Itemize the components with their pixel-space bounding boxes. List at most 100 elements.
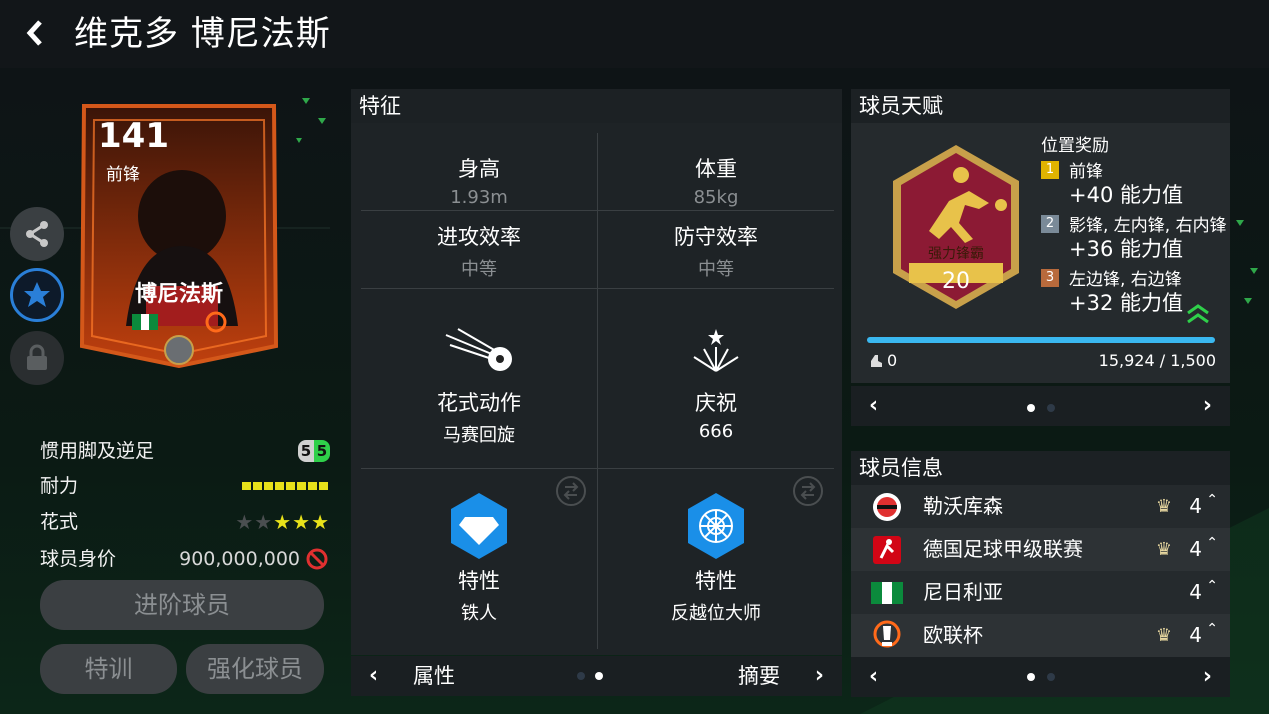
talent-badge-level: 20	[942, 269, 970, 294]
skill-move-value: 马赛回旋	[443, 425, 515, 446]
nigeria-flag-icon	[871, 582, 903, 604]
player-card[interactable]: 141 前锋 博尼法斯	[76, 96, 282, 369]
crown-icon: ♛	[1155, 625, 1172, 646]
stamina-label: 耐力	[40, 475, 79, 497]
height-value: 1.93m	[450, 187, 508, 208]
page-dot	[1047, 673, 1055, 681]
card-name: 博尼法斯	[134, 282, 223, 307]
leverkusen-logo-icon	[873, 493, 901, 521]
celebration-value: 666	[698, 421, 734, 442]
talent-panel: 强力锋霸 20 位置奖励 1 前锋 +40 能力值 2 影锋, 左内锋, 右内锋…	[851, 123, 1230, 383]
weight-value: 85kg	[693, 187, 739, 208]
card-position: 前锋	[106, 165, 140, 185]
lock-icon	[27, 344, 47, 370]
chevron-up-icon: ⌃	[1206, 535, 1218, 551]
bonus-value: +40 能力值	[1069, 183, 1183, 207]
prev-arrow-icon[interactable]: ‹	[869, 386, 878, 426]
info-row-league[interactable]: 德国足球甲级联赛 ♛ 4 ⌃	[851, 528, 1230, 571]
nav-next-label[interactable]: 摘要	[738, 656, 780, 696]
enhance-button[interactable]: 强化球员	[186, 644, 324, 694]
share-button[interactable]	[10, 207, 64, 261]
next-arrow-icon[interactable]: ›	[1203, 386, 1212, 426]
bundesliga-logo-icon	[873, 536, 901, 564]
skill-row: 花式 ★★★★★	[40, 508, 330, 536]
celebration-label: 庆祝	[695, 391, 737, 415]
prev-arrow-icon[interactable]: ‹	[869, 657, 878, 697]
prev-arrow-icon[interactable]: ‹	[369, 656, 378, 696]
swap-icon[interactable]	[792, 475, 824, 507]
top-bar: 维克多 博尼法斯	[0, 0, 1269, 68]
defense-rate-value: 中等	[698, 259, 734, 280]
chevron-up-icon: ⌃	[1206, 621, 1218, 637]
trait1-value: 铁人	[461, 603, 497, 624]
value-amount: 900,000,000	[179, 548, 300, 570]
foot-right: 5	[314, 440, 330, 462]
talent-progress-bar	[867, 337, 1215, 343]
bonus-title: 位置奖励	[1041, 136, 1109, 156]
trait2-cell: 特性 反越位大师	[598, 469, 834, 649]
rank-badge: 3	[1041, 269, 1059, 287]
page-dot-active	[1027, 404, 1035, 412]
nav-prev-label[interactable]: 属性	[413, 656, 455, 696]
foot-label: 惯用脚及逆足	[40, 440, 155, 462]
swap-icon[interactable]	[555, 475, 587, 507]
fireworks-icon	[693, 329, 739, 372]
web-trait-icon	[688, 493, 744, 559]
lock-button[interactable]	[10, 331, 64, 385]
progress-total: 15,924 / 1,500	[1098, 351, 1216, 370]
trait2-label: 特性	[695, 569, 737, 593]
info-stars: 4	[1189, 623, 1202, 647]
weight-label: 体重	[695, 157, 737, 181]
double-chevron-up-icon	[1187, 304, 1209, 324]
next-arrow-icon[interactable]: ›	[815, 656, 824, 696]
talent-header: 球员天赋	[851, 89, 1230, 123]
favorite-button[interactable]	[10, 268, 64, 322]
talent-badge-name: 强力锋霸	[928, 246, 984, 262]
chevron-left-icon	[26, 20, 42, 46]
info-label: 尼日利亚	[923, 580, 1003, 604]
value-label: 球员身价	[40, 548, 117, 570]
talent-nav: ‹ ›	[851, 386, 1230, 426]
share-icon	[26, 221, 48, 247]
foot-row: 惯用脚及逆足 55	[40, 437, 330, 465]
info-row-club[interactable]: 勒沃库森 ♛ 4 ⌃	[851, 485, 1230, 528]
page-dot-active	[595, 672, 603, 680]
chevron-up-icon: ⌃	[1206, 578, 1218, 594]
bonus-value: +32 能力值	[1069, 291, 1183, 315]
weight-cell: 体重 85kg	[598, 133, 834, 211]
advance-player-button[interactable]: 进阶球员	[40, 580, 324, 630]
diamond-trait-icon	[451, 493, 507, 559]
celebration-cell: 庆祝 666	[598, 289, 834, 469]
next-arrow-icon[interactable]: ›	[1203, 657, 1212, 697]
info-row-nation[interactable]: 尼日利亚 4 ⌃	[851, 571, 1230, 614]
page-title: 维克多 博尼法斯	[74, 14, 331, 54]
info-header: 球员信息	[851, 451, 1230, 485]
attack-rate-value: 中等	[461, 259, 497, 280]
foot-values: 55	[298, 437, 330, 465]
traits-nav: ‹ 属性 摘要 ›	[351, 656, 935, 696]
height-cell: 身高 1.93m	[361, 133, 598, 211]
chevron-up-icon: ⌃	[1206, 492, 1218, 508]
progress-current: 0	[887, 351, 898, 370]
foot-left: 5	[298, 440, 314, 462]
back-button[interactable]	[22, 16, 52, 52]
info-row-competition[interactable]: 欧联杯 ♛ 4 ⌃	[851, 614, 1230, 657]
info-label: 德国足球甲级联赛	[923, 537, 1083, 561]
info-stars: 4	[1189, 537, 1202, 561]
skill-move-label: 花式动作	[437, 391, 521, 415]
rank-badge: 1	[1041, 161, 1059, 179]
defense-rate-label: 防守效率	[674, 225, 758, 249]
europa-league-logo-icon	[873, 620, 901, 648]
stamina-row: 耐力	[40, 472, 330, 500]
page-dot	[577, 672, 585, 680]
crown-icon: ♛	[1155, 496, 1172, 517]
attack-rate-cell: 进攻效率 中等	[361, 211, 598, 289]
rank-badge: 2	[1041, 215, 1059, 233]
stamina-bar	[242, 482, 330, 490]
info-label: 欧联杯	[923, 623, 983, 647]
card-rating: 141	[98, 116, 169, 156]
page-dot-active	[1027, 673, 1035, 681]
train-button[interactable]: 特训	[40, 644, 177, 694]
info-stars: 4	[1189, 494, 1202, 518]
trait1-cell: 特性 铁人	[361, 469, 598, 649]
